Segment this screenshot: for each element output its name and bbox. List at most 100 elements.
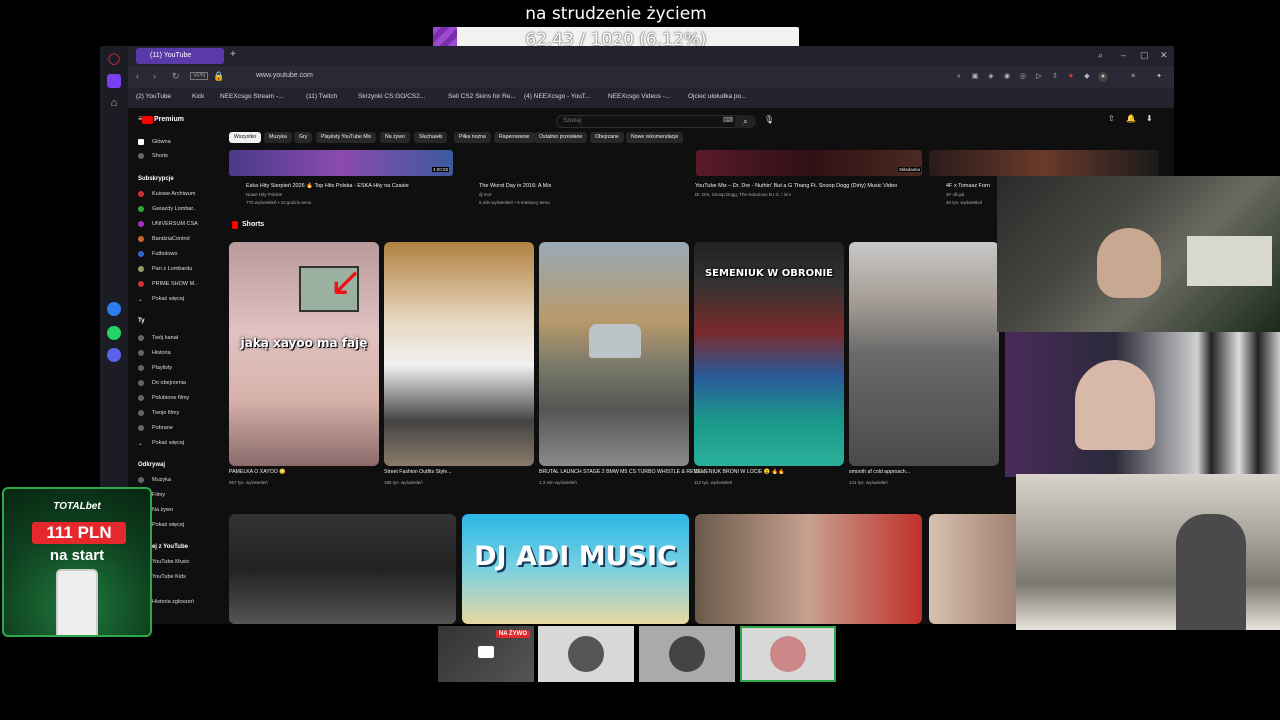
bookmark-item[interactable]: (2) YouTube <box>136 93 171 100</box>
sidebar-subscription[interactable]: Pan z Lombardu <box>138 265 192 274</box>
totalbet-promo[interactable]: TOTALbet 111 PLN na start <box>2 487 152 637</box>
sidebar-item-music[interactable]: Muzyka <box>138 476 171 485</box>
short-thumbnail[interactable] <box>539 242 689 466</box>
bookmark-item[interactable]: (4) NEEXcsgo - YouT... <box>524 93 590 100</box>
extension-icon[interactable]: ◎ <box>1018 72 1028 82</box>
upload-icon[interactable]: ⇧ <box>1108 114 1115 123</box>
chip[interactable]: Playlisty YouTube Mix <box>316 132 377 143</box>
sidebar-item-shorts[interactable]: Shorts <box>138 152 168 161</box>
bookmark-item[interactable]: (11) Twitch <box>306 93 337 100</box>
player-icon[interactable]: ▷ <box>1034 72 1044 82</box>
bookmark-item[interactable]: NEEXcsgo Videos -... <box>608 93 670 100</box>
bookmark-item[interactable]: Sell CS2 Skins for Re... <box>448 93 516 100</box>
sidebar-subscription[interactable]: Futbolowo <box>138 250 177 259</box>
sidebar-subscription[interactable]: BandziaControl <box>138 235 190 244</box>
youtube-logo-icon[interactable] <box>142 116 153 124</box>
sidebar-subscription[interactable]: UNIVERSUM CSA <box>138 220 198 229</box>
sidebar-item-your-videos[interactable]: Twoje filmy <box>138 409 179 418</box>
tab-youtube[interactable]: (11) YouTube <box>136 48 224 64</box>
profile-icon[interactable]: ● <box>1098 72 1108 82</box>
chip[interactable]: Słuchawki <box>414 132 448 143</box>
minimize-icon[interactable]: – <box>1121 50 1126 60</box>
keyboard-icon[interactable]: ⌨ <box>723 116 733 124</box>
chip[interactable]: Ostatnio przesłane <box>534 132 588 143</box>
sidebar-item-home[interactable]: Główna <box>138 138 171 147</box>
bookmark-item[interactable]: Kick <box>192 93 204 100</box>
extension-icon[interactable]: ◉ <box>1002 72 1012 82</box>
discord-icon[interactable] <box>107 348 121 362</box>
sidebar-item-playlists[interactable]: Playlisty <box>138 364 172 373</box>
microphone-icon[interactable]: 🎙 <box>764 115 774 124</box>
extension-icon[interactable]: ◈ <box>986 72 996 82</box>
extension-icon[interactable]: ◆ <box>1082 72 1092 82</box>
sidebar-show-more[interactable]: ⌄Pokaż więcej <box>138 295 184 304</box>
new-tab-icon[interactable]: + <box>230 49 236 60</box>
forward-icon[interactable]: › <box>153 71 156 81</box>
video-channel[interactable]: Nowe Hity Polskie <box>246 192 282 197</box>
chip[interactable]: Muzyka <box>264 132 292 143</box>
sidebar-item-your-channel[interactable]: Twój kanał <box>138 334 178 343</box>
aria-icon[interactable]: ✦ <box>1154 72 1164 82</box>
short-thumbnail[interactable] <box>384 242 534 466</box>
video-thumbnail[interactable] <box>229 514 456 624</box>
youtube-logo[interactable]: Premium <box>154 116 184 123</box>
reload-icon[interactable]: ↻ <box>172 71 180 82</box>
video-title[interactable]: YouTube Mix – Dr. Dre - Nuthin' But a G … <box>695 183 897 189</box>
video-channel[interactable]: 4F oficjal <box>946 192 964 197</box>
short-title[interactable]: SEMENIUK BRONI W LOCIE 😮 🔥🔥 <box>694 469 785 475</box>
video-thumbnail[interactable] <box>696 150 922 176</box>
sidebar-item-watch-later[interactable]: Do obejrzenia <box>138 379 186 388</box>
messenger-icon[interactable] <box>107 302 121 316</box>
bottom-thumbnail[interactable]: NA ŻYWO <box>438 626 534 682</box>
bottom-thumbnail[interactable] <box>639 626 735 682</box>
video-title[interactable]: Eska Hity Sierpień 2026 🔥 Top Hits Polsk… <box>246 183 409 189</box>
video-title[interactable]: 4F x Tomasz Forn <box>946 183 990 189</box>
url-field[interactable]: www.youtube.com <box>256 72 313 79</box>
speed-dial-icon[interactable]: ⌂ <box>107 96 121 110</box>
snapshot-icon[interactable]: ▣ <box>970 72 980 82</box>
sidebar-show-more[interactable]: ⌄Pokaż więcej <box>138 439 184 448</box>
vpn-icon[interactable]: VPN <box>190 72 209 80</box>
chip[interactable]: Nowe rekomendacje <box>626 132 684 143</box>
sidebar-item-downloads[interactable]: Pobrane <box>138 424 173 433</box>
heart-icon[interactable]: ♥ <box>1066 72 1076 82</box>
chip[interactable]: Obejrzane <box>590 132 624 143</box>
search-icon[interactable]: ⌕ <box>735 115 756 128</box>
sidebar-item-liked[interactable]: Polubione filmy <box>138 394 189 403</box>
short-title[interactable]: PAMELKA O XAYOO 😳 <box>229 469 286 475</box>
short-thumbnail[interactable]: ↙ jaką xayoo ma faję <box>229 242 379 466</box>
sidebar-you-header[interactable]: Ty <box>138 318 145 324</box>
bookmark-item[interactable]: NEEXcsgo Stream -... <box>220 93 284 100</box>
sidebar-subscription[interactable]: Gwiazdy Lombar.. <box>138 205 196 214</box>
bookmark-item[interactable]: Ojciec ułołudka po... <box>688 93 747 100</box>
video-channel[interactable]: dj mor <box>479 192 492 197</box>
video-thumbnail[interactable]: DJ ADI MUSIC <box>462 514 689 624</box>
short-thumbnail[interactable]: SEMENIUK W OBRONIE <box>694 242 844 466</box>
menu-icon[interactable]: ≡ <box>1128 72 1138 82</box>
opera-logo-icon[interactable]: ◯ <box>107 52 121 66</box>
chip[interactable]: Raperowanie <box>494 132 535 143</box>
search-icon[interactable]: ⌕ <box>954 72 964 82</box>
sidebar-item-history[interactable]: Historia <box>138 349 171 358</box>
account-icon[interactable]: ⬇ <box>1146 114 1153 123</box>
chip-all[interactable]: Wszystko <box>229 132 262 143</box>
sidebar-subscription[interactable]: PRIME SHOW M.. <box>138 280 197 289</box>
search-tabs-icon[interactable]: ⌕ <box>1098 50 1103 61</box>
video-thumbnail[interactable] <box>695 514 922 624</box>
bottom-thumbnail[interactable] <box>740 626 836 682</box>
chip[interactable]: Na żywo <box>380 132 410 143</box>
download-icon[interactable]: ⇩ <box>1050 72 1060 82</box>
sidebar-subscription[interactable]: Kuiowe Archiwum <box>138 190 195 199</box>
bookmark-item[interactable]: Skrzynki CS:GO/CS2... <box>358 93 425 100</box>
notifications-icon[interactable]: 🔔 <box>1126 114 1136 123</box>
video-thumbnail[interactable] <box>229 150 453 176</box>
sidebar-subscriptions-header[interactable]: Subskrypcje <box>138 176 174 182</box>
short-thumbnail[interactable] <box>849 242 999 466</box>
chip[interactable]: Piłka nożna <box>454 132 491 143</box>
video-channel[interactable]: Dr. Dre, Snoop Dogg, The Notorious B.I.G… <box>695 192 791 197</box>
short-title[interactable]: BRUTAL LAUNCH STAGE 2 BMW M5 CS TURBO WH… <box>539 469 705 475</box>
maximize-icon[interactable]: ▢ <box>1140 50 1149 61</box>
bottom-thumbnail[interactable] <box>538 626 634 682</box>
back-icon[interactable]: ‹ <box>136 71 139 81</box>
whatsapp-icon[interactable] <box>107 326 121 340</box>
